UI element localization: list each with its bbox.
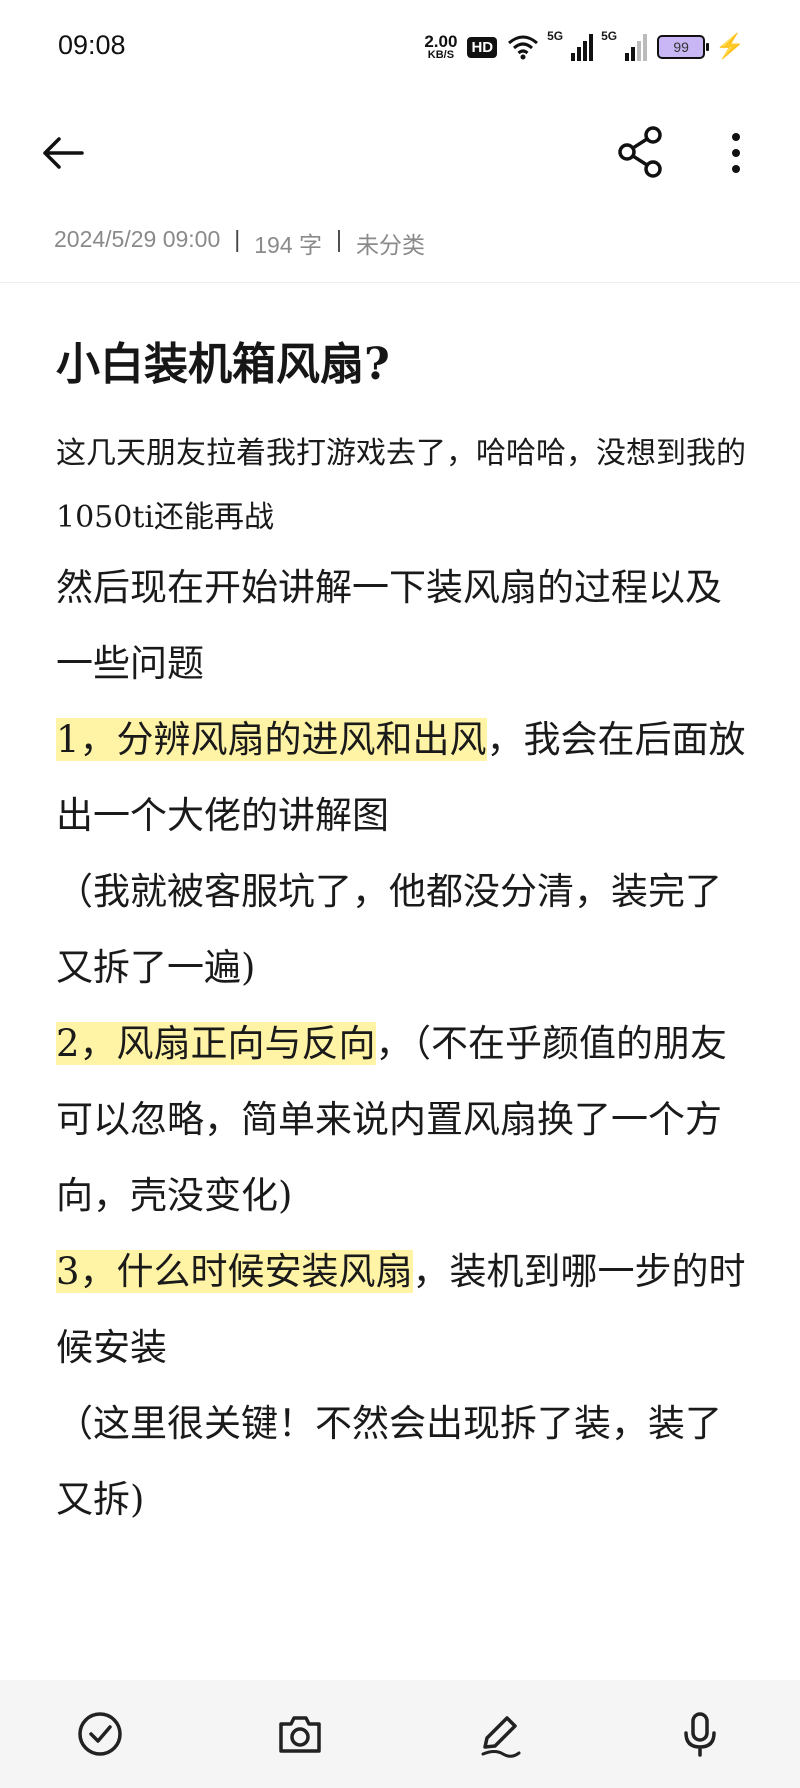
checklist-icon (78, 1712, 122, 1756)
more-vertical-icon (732, 133, 740, 173)
highlighted-text: 1，分辨风扇的进风和出风 (56, 718, 487, 761)
bottom-toolbar (0, 1680, 800, 1788)
highlighted-text: 2，风扇正向与反向 (56, 1022, 376, 1065)
microphone-icon (684, 1712, 716, 1757)
note-category[interactable]: 未分类 (356, 226, 425, 260)
hd-voice-icon: HD (467, 36, 498, 58)
paragraph: 1，分辨风扇的进风和出风，我会在后面放出一个大佬的讲解图 (56, 702, 756, 854)
note-body[interactable]: 这几天朋友拉着我打游戏去了，哈哈哈，没想到我的1050ti还能再战 然后现在开始… (56, 422, 756, 1538)
signal-5g-icon-2: 5G (601, 29, 648, 61)
share-icon (618, 126, 662, 178)
network-speed-unit: KB/S (427, 49, 455, 61)
camera-icon (279, 1716, 321, 1753)
word-count: 194 字 (254, 232, 323, 258)
charging-icon: ⚡ (715, 33, 745, 60)
highlighted-text: 3，什么时候安装风扇 (56, 1250, 413, 1293)
status-time: 09:08 (58, 30, 126, 60)
note-date: 2024/5/29 09:00 (54, 226, 221, 252)
status-icons: 2.00 KB/S HD 5G 5G 99 ⚡ (424, 29, 745, 64)
arrow-left-icon (43, 137, 84, 169)
camera-button[interactable] (270, 1704, 330, 1764)
more-options-button[interactable] (720, 128, 752, 178)
note-meta: 2024/5/29 09:00 | 194 字 | 未分类 (54, 226, 425, 260)
status-bar: 09:08 2.00 KB/S HD 5G 5G 99 ⚡ (0, 0, 800, 96)
meta-separator: | (234, 226, 241, 252)
paragraph: 3，什么时候安装风扇，装机到哪一步的时候安装 (56, 1234, 756, 1386)
paragraph: （这里很关键！不然会出现拆了装，装了又拆) (56, 1402, 722, 1521)
signal-5g-icon: 5G (547, 29, 594, 61)
share-button[interactable] (617, 124, 667, 180)
signal-5g-label-2: 5G (601, 29, 618, 43)
network-speed: 2.00 KB/S (424, 33, 457, 61)
paragraph: 这几天朋友拉着我打游戏去了，哈哈哈，没想到我的1050ti还能再战 (56, 436, 746, 535)
paragraph: 2，风扇正向与反向，（不在乎颜值的朋友可以忽略，简单来说内置风扇换了一个方向，壳… (56, 1006, 756, 1234)
signal-5g-label: 5G (547, 29, 564, 43)
paragraph: （我就被客服坑了，他都没分清，装完了又拆了一遍) (56, 870, 722, 989)
note-title[interactable]: 小白装机箱风扇? (56, 328, 390, 392)
pen-icon (481, 1716, 521, 1758)
handwriting-button[interactable] (470, 1704, 530, 1764)
meta-separator: | (336, 226, 343, 252)
voice-input-button[interactable] (670, 1704, 730, 1764)
wifi-icon (508, 35, 539, 60)
paragraph: 然后现在开始讲解一下装风扇的过程以及一些问题 (56, 566, 722, 685)
battery-icon: 99 (657, 35, 710, 59)
divider (0, 282, 800, 283)
note-toolbar (0, 110, 800, 194)
network-speed-value: 2.00 (424, 32, 458, 51)
battery-level: 99 (673, 39, 689, 55)
back-button[interactable] (38, 128, 88, 178)
checklist-button[interactable] (70, 1704, 130, 1764)
